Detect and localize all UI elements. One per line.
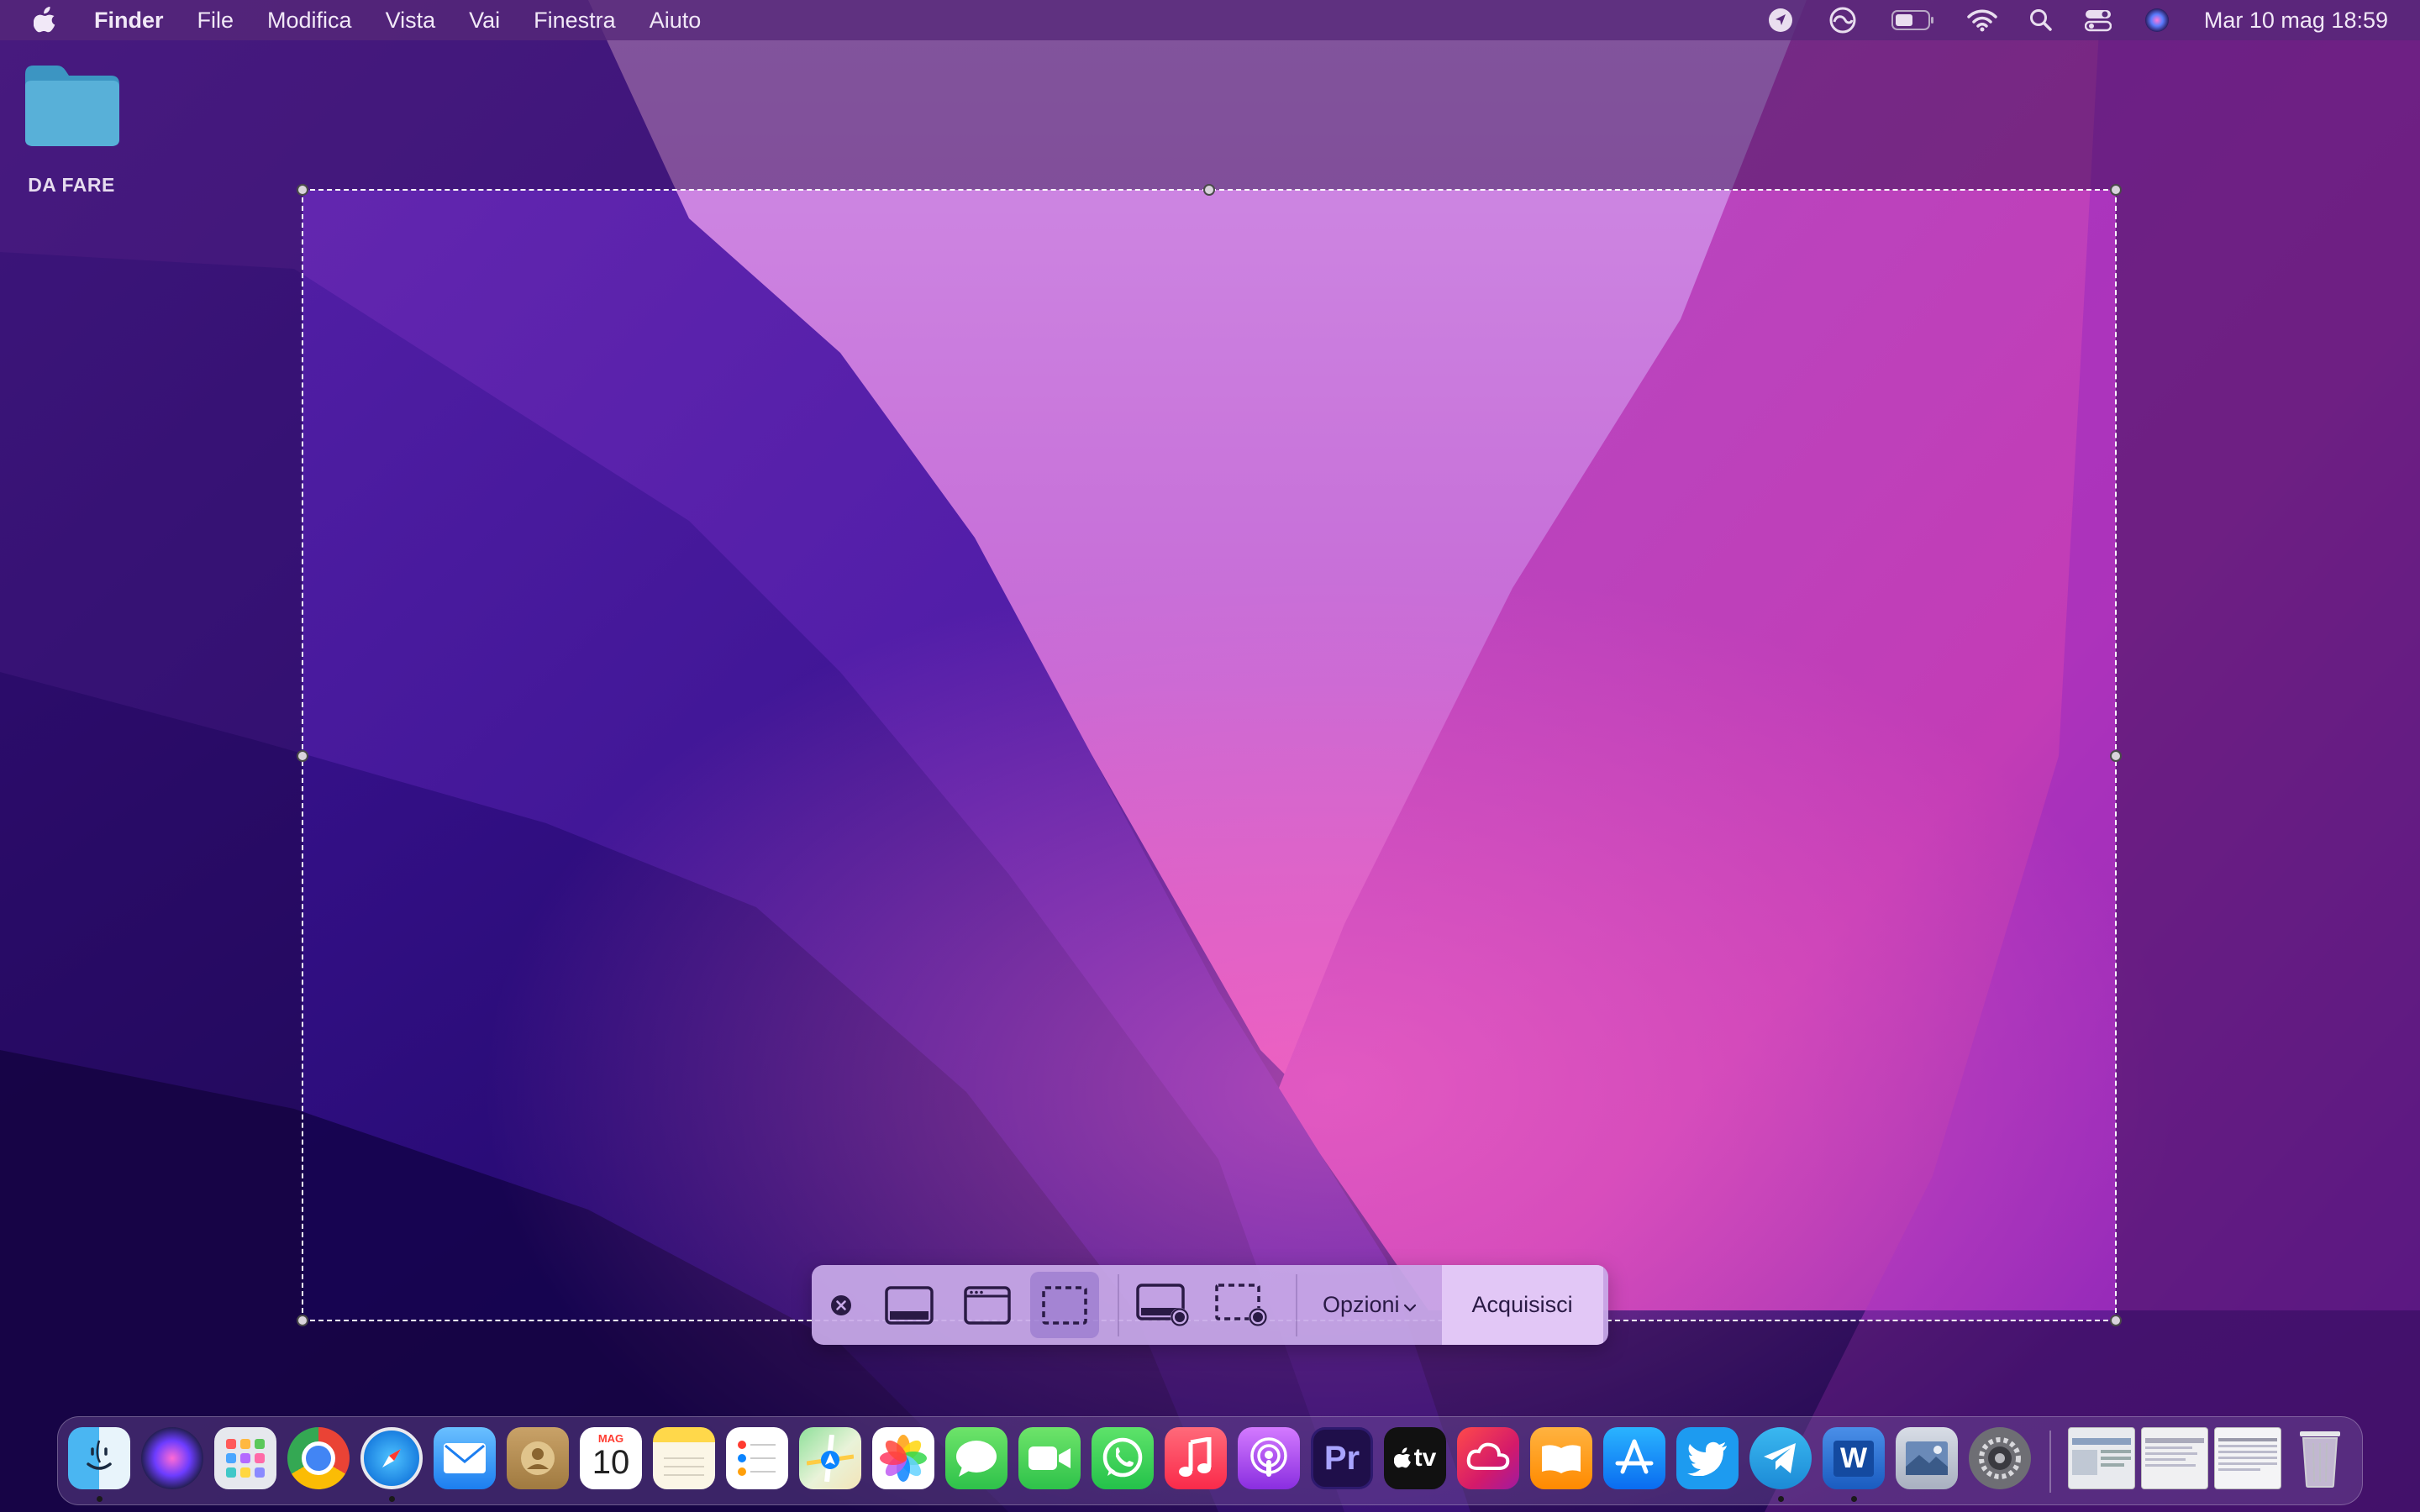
resize-handle-middle-right[interactable]: [2110, 750, 2122, 762]
close-icon: [831, 1294, 851, 1315]
dock-siri-icon[interactable]: [141, 1427, 203, 1489]
options-menu-button[interactable]: Opzioni: [1297, 1265, 1442, 1345]
capture-label: Acquisisci: [1471, 1292, 1573, 1317]
dock-mail-icon[interactable]: [434, 1427, 496, 1489]
appletv-label: tv: [1413, 1444, 1437, 1472]
capture-window-button[interactable]: [948, 1265, 1027, 1345]
dock-system-preferences-icon[interactable]: [1969, 1427, 2031, 1489]
word-label: W: [1833, 1440, 1875, 1477]
dock-safari-icon[interactable]: [360, 1427, 423, 1489]
control-center-icon[interactable]: [2084, 8, 2112, 32]
chevron-down-icon: [1403, 1304, 1416, 1312]
dock-podcasts-icon[interactable]: [1238, 1427, 1300, 1489]
wifi-icon[interactable]: [1967, 8, 1997, 32]
dock-preview-icon[interactable]: [1896, 1427, 1958, 1489]
dock-running-indicator: [1851, 1496, 1857, 1502]
dock-whatsapp-icon[interactable]: [1092, 1427, 1154, 1489]
premiere-label: Pr: [1323, 1439, 1360, 1477]
dock-running-indicator: [97, 1496, 103, 1502]
record-selection-icon: [1215, 1283, 1267, 1326]
options-label: Opzioni: [1323, 1292, 1400, 1317]
menu-vai[interactable]: Vai: [469, 8, 500, 34]
battery-icon[interactable]: [1891, 9, 1935, 31]
calendar-month: MAG: [597, 1432, 624, 1445]
resize-handle-bottom-left[interactable]: [297, 1315, 308, 1326]
desktop-folder-da-fare[interactable]: DA FARE: [20, 62, 123, 197]
menu-app-finder[interactable]: Finder: [94, 8, 164, 34]
dock-minimized-window-thumbnail[interactable]: [2068, 1427, 2135, 1489]
menu-file[interactable]: File: [197, 8, 234, 34]
dock-app-store-icon[interactable]: [1603, 1427, 1665, 1489]
dock: MAG 10 Pr tv W: [57, 1416, 2363, 1505]
toolbar-divider: [1118, 1273, 1119, 1336]
apple-menu-icon[interactable]: [30, 5, 60, 35]
dock-telegram-icon[interactable]: [1749, 1427, 1812, 1489]
capture-window-icon: [964, 1285, 1011, 1325]
resize-handle-top-left[interactable]: [297, 184, 308, 196]
record-entire-screen-button[interactable]: [1124, 1265, 1203, 1345]
resize-handle-top-right[interactable]: [2110, 184, 2122, 196]
dock-apple-tv-icon[interactable]: tv: [1384, 1427, 1446, 1489]
close-toolbar-button[interactable]: [812, 1265, 871, 1345]
dock-premiere-pro-icon[interactable]: Pr: [1311, 1427, 1373, 1489]
dock-books-icon[interactable]: [1530, 1427, 1592, 1489]
menu-vista[interactable]: Vista: [386, 8, 436, 34]
capture-button[interactable]: Acquisisci: [1441, 1265, 1603, 1345]
location-icon[interactable]: [1767, 7, 1794, 34]
dock-launchpad-icon[interactable]: [214, 1427, 276, 1489]
record-selection-button[interactable]: [1203, 1265, 1281, 1345]
folder-icon: [25, 66, 119, 146]
spotlight-search-icon[interactable]: [2029, 8, 2053, 32]
screenshot-toolbar: Opzioni Acquisisci: [812, 1265, 1608, 1345]
resize-handle-top-center[interactable]: [1203, 184, 1215, 196]
dock-finder-icon[interactable]: [68, 1427, 130, 1489]
dock-word-icon[interactable]: W: [1823, 1427, 1885, 1489]
capture-selection-button[interactable]: [1030, 1272, 1099, 1338]
dock-messages-icon[interactable]: [945, 1427, 1007, 1489]
capture-selection-area[interactable]: [297, 184, 2122, 1326]
resize-handle-middle-left[interactable]: [297, 750, 308, 762]
folder-label: DA FARE: [28, 174, 115, 196]
dock-notes-icon[interactable]: [653, 1427, 715, 1489]
dock-twitter-icon[interactable]: [1676, 1427, 1739, 1489]
capture-entire-screen-button[interactable]: [871, 1265, 948, 1345]
menu-aiuto[interactable]: Aiuto: [650, 8, 702, 34]
menubar-clock[interactable]: Mar 10 mag 18:59: [2204, 8, 2388, 34]
dock-music-icon[interactable]: [1165, 1427, 1227, 1489]
dock-separator: [2049, 1431, 2051, 1493]
dock-contacts-icon[interactable]: [507, 1427, 569, 1489]
creative-cloud-icon[interactable]: [1826, 7, 1860, 34]
dock-chrome-icon[interactable]: [287, 1427, 350, 1489]
dock-facetime-icon[interactable]: [1018, 1427, 1081, 1489]
dock-maps-icon[interactable]: [799, 1427, 861, 1489]
dock-calendar-icon[interactable]: MAG 10: [580, 1427, 642, 1489]
dock-creative-cloud-icon[interactable]: [1457, 1427, 1519, 1489]
dock-running-indicator: [1778, 1496, 1784, 1502]
menu-bar: Finder File Modifica Vista Vai Finestra …: [0, 0, 2420, 40]
dock-photos-icon[interactable]: [872, 1427, 934, 1489]
dock-reminders-icon[interactable]: [726, 1427, 788, 1489]
menu-modifica[interactable]: Modifica: [267, 8, 352, 34]
dock-trash-icon[interactable]: [2289, 1427, 2351, 1489]
menu-finestra[interactable]: Finestra: [534, 8, 616, 34]
calendar-day: 10: [592, 1444, 630, 1481]
dock-running-indicator: [389, 1496, 395, 1502]
resize-handle-bottom-right[interactable]: [2110, 1315, 2122, 1326]
siri-icon[interactable]: [2144, 7, 2170, 34]
dock-minimized-window-thumbnail[interactable]: [2141, 1427, 2208, 1489]
capture-selection-icon: [1042, 1285, 1087, 1325]
record-entire-screen-icon: [1136, 1283, 1189, 1326]
capture-entire-screen-icon: [885, 1285, 934, 1325]
dock-minimized-window-thumbnail[interactable]: [2214, 1427, 2281, 1489]
